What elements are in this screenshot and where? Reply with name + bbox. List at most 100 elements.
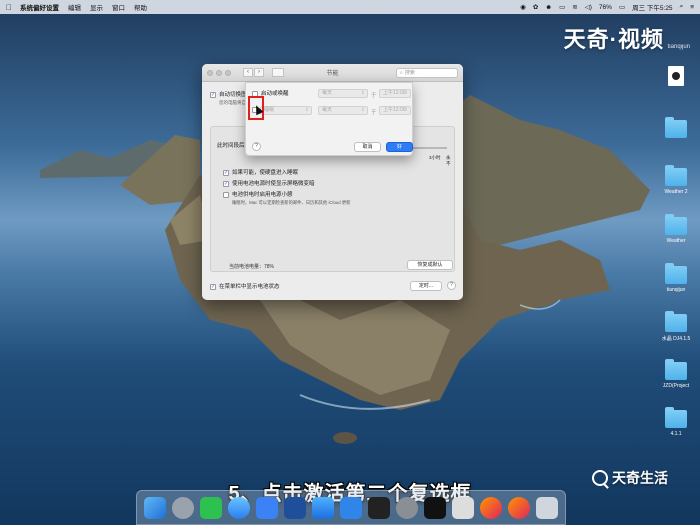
show-battery-label: 在菜单栏中显示电池状态: [219, 284, 280, 290]
search-icon[interactable]: ⌕: [680, 3, 684, 11]
wake-at-label: 于: [371, 93, 377, 99]
apple-icon[interactable]: : [6, 3, 12, 12]
folder-label: JZD(Project: [662, 383, 690, 389]
files-icon[interactable]: [256, 496, 278, 519]
option-label: 使用电池电源时使显示屏略微变暗: [232, 181, 315, 187]
watermark-logo: 天奇·视频: [563, 27, 664, 52]
power-nap-desc: 睡眠时，Mac 可以定期检查新的邮件、日历和其他 iCloud 更新: [232, 200, 351, 205]
file-icon: [668, 66, 684, 86]
battery-percent: 76%: [598, 3, 612, 11]
trash-icon[interactable]: [536, 496, 558, 519]
folder-icon: [665, 359, 687, 380]
search-icon: ⌕: [400, 69, 403, 76]
launchpad-icon[interactable]: [172, 496, 194, 519]
title-bar: ‹ › 节能 ⌕ 搜索: [202, 64, 463, 82]
folder-icon: [665, 117, 687, 138]
disk-sleep-checkbox[interactable]: [223, 169, 229, 176]
sleep-day-select[interactable]: 每天: [318, 106, 368, 115]
menu-bar:  系统偏好设置 编辑 显示 窗口 帮助 ◉ ✿ ☻ ▭ ≋ ◁) 76% ▭ …: [0, 0, 700, 14]
menu-view[interactable]: 显示: [90, 2, 103, 12]
restore-defaults-button[interactable]: 恢复成默认: [407, 260, 453, 270]
download-icon[interactable]: [340, 496, 362, 519]
desktop-folder-jzd[interactable]: JZD(Project: [646, 359, 700, 389]
desktop-folder-tianqijun[interactable]: tianqijun: [646, 263, 700, 293]
ok-button[interactable]: 好: [386, 142, 413, 152]
firefox-icon[interactable]: [480, 496, 502, 519]
app-store-icon[interactable]: [312, 496, 334, 519]
folder-label: tianqijun: [666, 287, 686, 293]
option-label: 电池供电时启用电源小憩: [232, 192, 293, 198]
wechat-icon[interactable]: ✿: [533, 3, 538, 11]
option-row-1[interactable]: 如果可能，使硬盘进入睡眠: [223, 168, 298, 176]
qq-icon[interactable]: [424, 496, 446, 519]
folder-label: Weather 2: [664, 189, 688, 195]
desktop-folder-411[interactable]: 4.1.1: [646, 407, 700, 437]
wake-label: 启动或唤醒: [261, 91, 289, 97]
sleep-action-select[interactable]: 睡眠: [260, 106, 312, 115]
forward-button[interactable]: ›: [254, 68, 264, 77]
terminal-icon[interactable]: [368, 496, 390, 519]
folder-icon: [665, 165, 687, 186]
airplay-icon[interactable]: ▭: [559, 3, 565, 11]
sheet-help-button[interactable]: ?: [252, 142, 261, 151]
folder-stack-icon[interactable]: [284, 496, 306, 519]
finder-icon[interactable]: [144, 496, 166, 519]
show-battery-row[interactable]: 在菜单栏中显示电池状态: [210, 282, 280, 290]
menu-edit[interactable]: 编辑: [68, 2, 81, 12]
help-button[interactable]: ?: [447, 281, 456, 290]
minimize-button[interactable]: [216, 69, 222, 76]
cancel-button[interactable]: 取消: [354, 142, 381, 152]
safari-icon[interactable]: [228, 496, 250, 519]
system-preferences-icon[interactable]: [396, 496, 418, 519]
wake-time-field[interactable]: 上午12:00: [379, 89, 411, 98]
watermark-sub: tianqijun: [667, 44, 690, 50]
qq-icon[interactable]: ☻: [545, 4, 552, 11]
menu-app[interactable]: 系统偏好设置: [20, 2, 59, 12]
wechat-icon[interactable]: [200, 496, 222, 519]
folder-label: 水晶 DJ4.1.5: [661, 336, 691, 342]
desktop-file[interactable]: [646, 66, 700, 89]
auto-switch-checkbox[interactable]: [210, 91, 216, 98]
control-icon[interactable]: ≡: [690, 4, 694, 11]
firefox-dev-icon[interactable]: [508, 496, 530, 519]
volume-icon[interactable]: ◁): [585, 3, 592, 11]
folder-icon: [665, 214, 687, 235]
dock: [136, 490, 566, 525]
schedule-button[interactable]: 定时...: [410, 281, 442, 291]
menu-window[interactable]: 窗口: [112, 2, 125, 12]
show-all-button[interactable]: [272, 68, 284, 77]
back-button[interactable]: ‹: [243, 68, 253, 77]
slider-after-label: 3小时: [429, 155, 441, 160]
close-button[interactable]: [207, 69, 213, 76]
sleep-time-field[interactable]: 上午12:00: [379, 106, 411, 115]
desktop-folder-weather2[interactable]: Weather 2: [646, 165, 700, 195]
folder-label: Weather: [666, 238, 686, 244]
show-battery-checkbox[interactable]: [210, 283, 216, 290]
battery-icon[interactable]: ▭: [619, 3, 625, 11]
app-icon[interactable]: [452, 496, 474, 519]
zoom-button[interactable]: [225, 69, 231, 76]
desktop-folder-weather[interactable]: Weather: [646, 214, 700, 244]
power-nap-checkbox[interactable]: [223, 191, 229, 198]
clock[interactable]: 周三 下午5:25: [632, 2, 672, 12]
folder-icon: [665, 311, 687, 332]
option-label: 如果可能，使硬盘进入睡眠: [232, 170, 299, 176]
option-row-3[interactable]: 电池供电时启用电源小憩: [223, 190, 293, 198]
desktop-folder[interactable]: [646, 117, 700, 141]
wifi-icon[interactable]: ≋: [572, 3, 577, 11]
folder-label: 4.1.1: [670, 431, 682, 437]
sleep-at-label: 于: [371, 110, 377, 116]
dim-display-checkbox[interactable]: [223, 180, 229, 187]
option-row-2[interactable]: 使用电池电源时使显示屏略微变暗: [223, 179, 315, 187]
schedule-sheet: 启动或唤醒 每天 于 上午12:00 睡眠 每天 于 上午12:00 ? 取消 …: [245, 82, 413, 156]
status-icon[interactable]: ◉: [520, 3, 526, 11]
search-placeholder: 搜索: [404, 69, 415, 76]
slider-never-label: 永不: [446, 155, 451, 166]
folder-icon: [665, 263, 687, 284]
battery-level: 当前电池电量：78%: [229, 264, 275, 270]
menu-help[interactable]: 帮助: [134, 2, 147, 12]
folder-icon: [665, 407, 687, 428]
wake-day-select[interactable]: 每天: [318, 89, 368, 98]
desktop-folder-dj[interactable]: 水晶 DJ4.1.5: [646, 311, 700, 342]
search-field[interactable]: ⌕ 搜索: [396, 67, 458, 78]
